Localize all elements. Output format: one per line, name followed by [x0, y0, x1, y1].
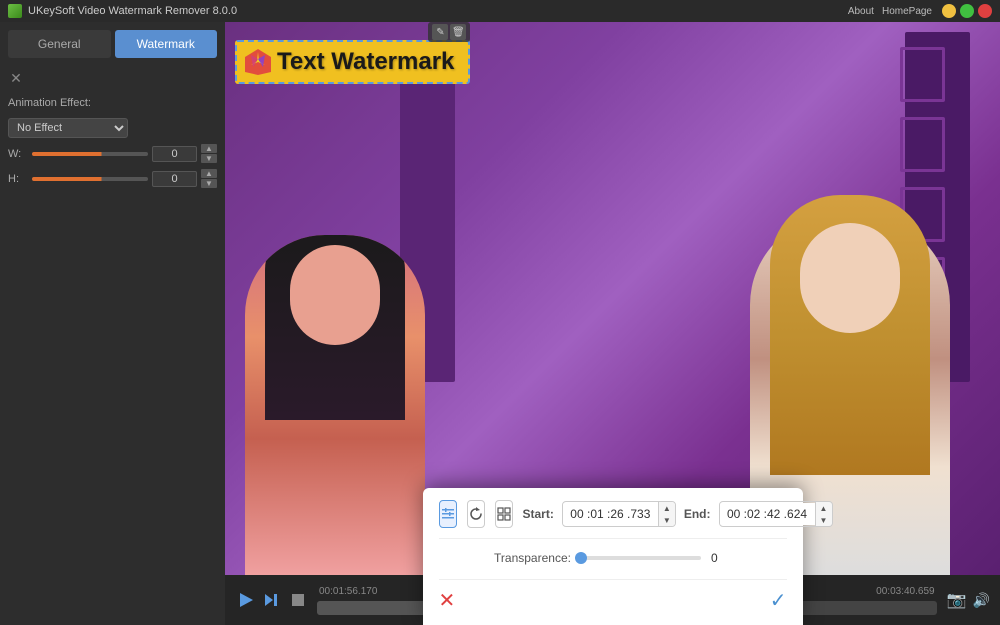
h-label: H:	[8, 173, 28, 185]
w-down-btn[interactable]: ▼	[201, 154, 217, 163]
transparency-label: Transparence:	[494, 551, 571, 565]
popup-filter-btn[interactable]	[439, 500, 457, 528]
w-up-btn[interactable]: ▲	[201, 144, 217, 153]
transparency-handle[interactable]	[575, 552, 587, 564]
window-controls	[942, 4, 992, 18]
start-label: Start:	[523, 507, 554, 521]
w-slider[interactable]	[32, 152, 148, 156]
close-button[interactable]	[978, 4, 992, 18]
maximize-button[interactable]	[960, 4, 974, 18]
h-row: H: 0 ▲ ▼	[8, 169, 217, 188]
popup-cancel-button[interactable]: ✕	[439, 588, 456, 613]
animation-label: Animation Effect:	[8, 97, 91, 109]
h-spinner: ▲ ▼	[201, 169, 217, 188]
sidebar: General Watermark ✕ Animation Effect: No…	[0, 22, 225, 625]
end-time-up[interactable]: ▲	[816, 502, 832, 514]
step-forward-button[interactable]	[261, 589, 283, 611]
w-row: W: 0 ▲ ▼	[8, 144, 217, 163]
end-time-down[interactable]: ▼	[816, 514, 832, 526]
w-input[interactable]: 0	[152, 146, 197, 162]
effect-dropdown[interactable]: No Effect	[8, 118, 128, 138]
remove-watermark-btn[interactable]: ✕	[8, 70, 24, 86]
app-title: UKeySoft Video Watermark Remover 8.0.0	[28, 5, 237, 17]
content-area: ✎ 🗑 Text Watermark	[225, 22, 1000, 625]
end-label: End:	[684, 507, 711, 521]
sidebar-tabs: General Watermark	[8, 30, 217, 58]
person-left	[245, 235, 425, 575]
h-input[interactable]: 0	[152, 171, 197, 187]
watermark-box[interactable]: ✎ 🗑 Text Watermark	[235, 40, 470, 84]
w-spinner: ▲ ▼	[201, 144, 217, 163]
start-time-down[interactable]: ▼	[659, 514, 675, 526]
start-time-input-group: ▲ ▼	[562, 501, 676, 527]
wall-rect-2	[900, 117, 945, 172]
popup-refresh-btn[interactable]	[467, 500, 485, 528]
transparency-slider[interactable]	[581, 556, 701, 560]
no-effect-row: No Effect	[8, 118, 217, 138]
time-end: 00:03:40.659	[876, 586, 934, 597]
watermark-toolbar: ✎ 🗑	[428, 22, 470, 42]
tab-general[interactable]: General	[8, 30, 111, 58]
transparency-slider-container	[581, 556, 701, 560]
w-label: W:	[8, 148, 28, 160]
end-time-spinners: ▲ ▼	[815, 502, 832, 526]
start-time-spinners: ▲ ▼	[658, 502, 675, 526]
screenshot-button[interactable]: 📷	[945, 588, 969, 612]
titlebar-right: About HomePage	[848, 4, 992, 18]
watermark-logo-icon	[243, 47, 273, 77]
start-time-input[interactable]	[563, 503, 658, 525]
play-controls	[235, 589, 309, 611]
popup-confirm-button[interactable]: ✓	[770, 588, 787, 613]
titlebar-nav: About HomePage	[848, 6, 932, 17]
h-down-btn[interactable]: ▼	[201, 179, 217, 188]
titlebar-left: UKeySoft Video Watermark Remover 8.0.0	[8, 4, 237, 18]
popup-time-row: Start: ▲ ▼ End: ▲ ▼	[523, 501, 833, 527]
start-time-up[interactable]: ▲	[659, 502, 675, 514]
popup-toolbar: Start: ▲ ▼ End: ▲ ▼	[439, 500, 787, 539]
end-time-input-group: ▲ ▼	[719, 501, 833, 527]
nav-about[interactable]: About	[848, 6, 874, 17]
edit-watermark-btn[interactable]: ✎	[432, 24, 448, 40]
stop-button[interactable]	[287, 589, 309, 611]
animation-row: Animation Effect:	[8, 94, 217, 112]
close-row: ✕	[8, 68, 217, 88]
volume-icon: 🔊	[973, 592, 990, 609]
h-up-btn[interactable]: ▲	[201, 169, 217, 178]
popup-grid-btn[interactable]	[495, 500, 513, 528]
titlebar: UKeySoft Video Watermark Remover 8.0.0 A…	[0, 0, 1000, 22]
wall-rect-1	[900, 47, 945, 102]
end-time-input[interactable]	[720, 503, 815, 525]
delete-watermark-btn[interactable]: 🗑	[450, 24, 466, 40]
popup-actions: ✕ ✓	[439, 579, 787, 613]
main-container: General Watermark ✕ Animation Effect: No…	[0, 22, 1000, 625]
play-button[interactable]	[235, 589, 257, 611]
minimize-button[interactable]	[942, 4, 956, 18]
tab-watermark[interactable]: Watermark	[115, 30, 218, 58]
watermark-text: Text Watermark	[277, 48, 454, 75]
h-slider[interactable]	[32, 177, 148, 181]
app-logo	[8, 4, 22, 18]
transparency-value: 0	[711, 551, 731, 565]
controls-right: 📷 🔊	[945, 588, 990, 612]
transparency-row: Transparence: 0	[439, 551, 787, 565]
nav-homepage[interactable]: HomePage	[882, 6, 932, 17]
time-start: 00:01:56.170	[319, 586, 377, 597]
popup-dialog: Start: ▲ ▼ End: ▲ ▼	[423, 488, 803, 625]
